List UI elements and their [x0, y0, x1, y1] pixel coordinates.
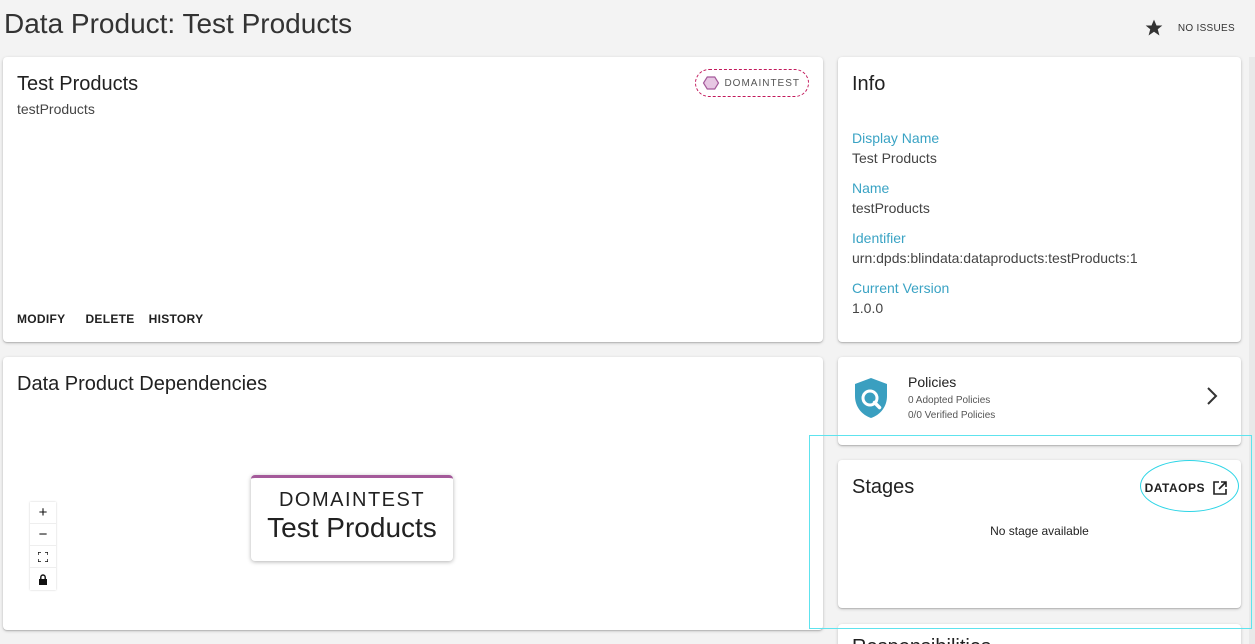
product-subtitle: testProducts — [17, 101, 95, 117]
info-label: Current Version — [852, 280, 950, 296]
info-value: urn:dpds:blindata:dataproducts:testProdu… — [852, 250, 1138, 266]
info-list: Display Name Test Products Name testProd… — [852, 129, 1138, 329]
adopted-policies: 0 Adopted Policies — [908, 395, 991, 406]
info-title: Info — [852, 73, 886, 95]
star-icon[interactable] — [1144, 18, 1164, 38]
lock-icon — [39, 573, 47, 585]
page-title: Data Product: Test Products — [4, 8, 353, 39]
dataops-label: DATAOPS — [1144, 481, 1205, 495]
responsibilities-card: Responsibilities — [838, 624, 1241, 644]
node-domain: DOMAINTEST — [278, 489, 426, 511]
hexagon-icon — [703, 76, 720, 90]
info-label: Name — [852, 180, 890, 196]
info-label: Display Name — [852, 130, 940, 146]
policies-card[interactable]: Policies 0 Adopted Policies 0/0 Verified… — [838, 357, 1241, 445]
scroll-strip — [1249, 57, 1255, 644]
verified-policies: 0/0 Verified Policies — [908, 410, 996, 421]
info-card: Info Display Name Test Products Name tes… — [838, 57, 1241, 342]
empty-stages-message: No stage available — [990, 524, 1089, 538]
domain-chip-label: DOMAINTEST — [724, 77, 800, 89]
data-product-card: Test Products testProducts DOMAINTEST MO… — [3, 57, 823, 342]
zoom-in-button[interactable]: + — [30, 502, 56, 524]
info-value: testProducts — [852, 200, 930, 216]
zoom-out-button[interactable]: − — [30, 524, 56, 546]
fit-view-button[interactable] — [30, 546, 56, 568]
chevron-right-icon[interactable] — [1205, 385, 1219, 407]
stages-title: Stages — [852, 476, 915, 498]
delete-button[interactable]: DELETE — [85, 312, 134, 326]
domain-chip[interactable]: DOMAINTEST — [695, 69, 809, 97]
info-label: Identifier — [852, 230, 906, 246]
dependencies-title: Data Product Dependencies — [17, 373, 268, 395]
graph-node[interactable]: DOMAINTEST Test Products — [251, 475, 453, 561]
info-value: Test Products — [852, 150, 937, 166]
fit-view-icon — [38, 551, 48, 562]
dependencies-card: Data Product Dependencies + − DOMAINTEST… — [3, 357, 823, 630]
history-button[interactable]: HISTORY — [149, 312, 204, 326]
graph-controls: + − — [30, 502, 56, 590]
stages-card: Stages DATAOPS No stage available — [838, 460, 1241, 608]
modify-button[interactable]: MODIFY — [17, 312, 65, 326]
top-actions: NO ISSUES — [1144, 18, 1235, 38]
policies-title: Policies — [908, 374, 957, 390]
info-value: 1.0.0 — [852, 300, 884, 316]
issues-status[interactable]: NO ISSUES — [1178, 23, 1235, 34]
lock-button[interactable] — [30, 568, 56, 590]
node-name: Test Products — [267, 512, 437, 543]
policy-shield-icon — [855, 378, 887, 418]
card-actions: MODIFY DELETE HISTORY — [17, 312, 203, 326]
responsibilities-title: Responsibilities — [852, 636, 991, 644]
dataops-button[interactable]: DATAOPS — [1145, 481, 1227, 495]
product-title: Test Products — [17, 73, 139, 95]
external-link-icon — [1213, 481, 1227, 495]
